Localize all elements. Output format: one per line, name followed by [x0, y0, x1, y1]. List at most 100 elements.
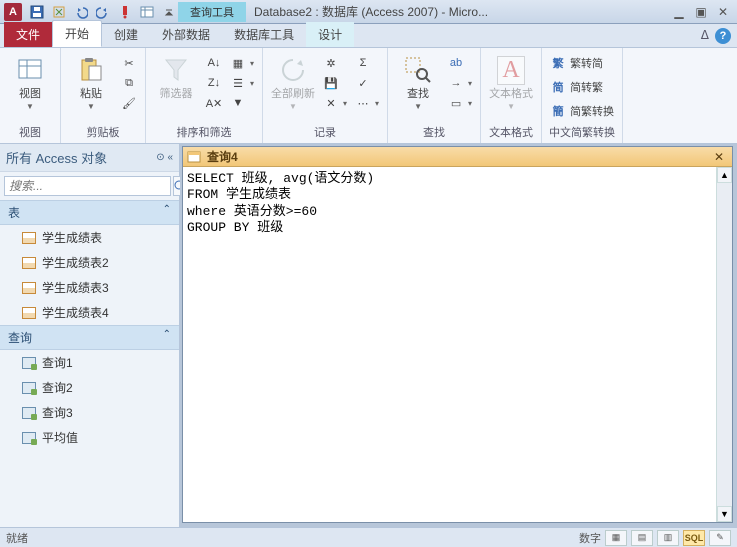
tab-create[interactable]: 创建	[102, 22, 150, 47]
trad-to-simp-button[interactable]: 繁繁转简	[548, 54, 616, 72]
goto-button[interactable]: →▾	[446, 74, 474, 92]
nav-section-tables[interactable]: 表⌃	[0, 200, 179, 225]
group-find-label: 查找	[394, 123, 474, 141]
quick-access-toolbar	[28, 3, 178, 21]
paste-button[interactable]: 粘贴▼	[67, 54, 115, 112]
help-icon[interactable]: ?	[715, 28, 731, 44]
sort-asc-icon: A↓	[206, 55, 222, 71]
nav-query-item[interactable]: 查询3	[0, 400, 179, 425]
minimize-icon[interactable]: ▁	[671, 5, 687, 19]
delete-record-button[interactable]: ✕▾	[321, 94, 349, 112]
sort-desc-button[interactable]: Z↓	[204, 74, 224, 92]
filter-button-label: 筛选器	[160, 88, 193, 100]
nav-query-item[interactable]: 查询1	[0, 350, 179, 375]
replace-icon: ab	[448, 55, 464, 71]
group-chinese-label: 中文简繁转换	[548, 123, 616, 141]
view-pivot-button[interactable]: ▤	[631, 530, 653, 546]
replace-button[interactable]: ab	[446, 54, 474, 72]
group-sort-filter: 筛选器 A↓ Z↓ A✕ ▦▾ ☰▾ ▼ 排序和筛选	[146, 48, 263, 143]
group-records-label: 记录	[269, 123, 381, 141]
toggle-filter-icon: ▼	[230, 95, 246, 111]
tab-home[interactable]: 开始	[52, 20, 102, 47]
compact-repair-icon[interactable]	[50, 3, 68, 21]
toggle-filter-button[interactable]: ▼	[228, 94, 256, 112]
nav-query-item[interactable]: 查询2	[0, 375, 179, 400]
minimize-ribbon-icon[interactable]: ᐃ	[701, 28, 709, 44]
chinese-convert-button[interactable]: 簡简繁转换	[548, 102, 616, 120]
spelling-button[interactable]: ✓	[353, 74, 381, 92]
redo-icon[interactable]	[94, 3, 112, 21]
nav-search-input[interactable]	[4, 176, 171, 196]
section-collapse-icon: ⌃	[163, 329, 171, 346]
copy-button[interactable]: ⧉	[119, 74, 139, 92]
format-painter-icon: 🖌	[121, 95, 137, 111]
group-find: 查找▼ ab →▾ ▭▾ 查找	[388, 48, 481, 143]
view-button-label: 视图	[19, 88, 41, 100]
tab-external-data[interactable]: 外部数据	[150, 22, 222, 47]
contextual-tab-group-label: 查询工具	[178, 2, 246, 22]
nav-query-item[interactable]: 平均值	[0, 425, 179, 450]
window-title: Database2 : 数据库 (Access 2007) - Micro...	[254, 3, 665, 20]
nav-table-item[interactable]: 学生成绩表4	[0, 300, 179, 325]
vertical-scrollbar[interactable]: ▲ ▼	[716, 167, 732, 522]
scroll-down-icon[interactable]: ▼	[717, 506, 732, 522]
restore-icon[interactable]: ▣	[693, 5, 709, 19]
group-clipboard-label: 剪贴板	[67, 123, 139, 141]
save-record-button[interactable]: 💾	[321, 74, 349, 92]
tab-design[interactable]: 设计	[306, 22, 354, 47]
qat-more-icon[interactable]	[160, 3, 178, 21]
save-record-icon: 💾	[323, 75, 339, 91]
nav-search	[0, 172, 179, 200]
group-clipboard: 粘贴▼ ✂ ⧉ 🖌 剪贴板	[61, 48, 146, 143]
sql-editor[interactable]: SELECT 班级, avg(语文分数) FROM 学生成绩表 where 英语…	[183, 167, 716, 522]
undo-icon[interactable]	[72, 3, 90, 21]
cut-button[interactable]: ✂	[119, 54, 139, 72]
advanced-filter-button[interactable]: ☰▾	[228, 74, 256, 92]
group-view: 视图▼ 视图	[0, 48, 61, 143]
run-icon[interactable]	[116, 3, 134, 21]
select-button[interactable]: ▭▾	[446, 94, 474, 112]
view-chart-button[interactable]: ▥	[657, 530, 679, 546]
query-window-close-icon[interactable]: ✕	[710, 150, 728, 164]
close-icon[interactable]: ✕	[715, 5, 731, 19]
clear-sort-button[interactable]: A✕	[204, 94, 224, 112]
scroll-up-icon[interactable]: ▲	[717, 167, 732, 183]
find-button[interactable]: 查找▼	[394, 54, 442, 112]
query-window: 查询4 ✕ SELECT 班级, avg(语文分数) FROM 学生成绩表 wh…	[182, 146, 733, 523]
nav-collapse-icon[interactable]: ⊙ «	[156, 152, 173, 163]
query-window-titlebar[interactable]: 查询4 ✕	[183, 147, 732, 167]
query-window-title: 查询4	[207, 148, 238, 165]
refresh-all-button[interactable]: 全部刷新▼	[269, 54, 317, 112]
window-controls: ▁ ▣ ✕	[671, 5, 731, 19]
group-view-label: 视图	[6, 123, 54, 141]
view-design-button[interactable]: ✎	[709, 530, 731, 546]
view-sql-button[interactable]: SQL	[683, 530, 705, 546]
group-text-format: A 文本格式▼ 文本格式	[481, 48, 542, 143]
nav-table-item[interactable]: 学生成绩表3	[0, 275, 179, 300]
nav-table-item[interactable]: 学生成绩表2	[0, 250, 179, 275]
query-icon	[22, 357, 36, 369]
tab-file[interactable]: 文件	[4, 22, 52, 47]
sort-asc-button[interactable]: A↓	[204, 54, 224, 72]
datasheet-icon[interactable]	[138, 3, 156, 21]
view-button[interactable]: 视图▼	[6, 54, 54, 112]
text-format-button[interactable]: A 文本格式▼	[487, 54, 535, 112]
view-datasheet-button[interactable]: ▦	[605, 530, 627, 546]
nav-table-item[interactable]: 学生成绩表	[0, 225, 179, 250]
clear-sort-icon: A✕	[206, 95, 222, 111]
selection-filter-button[interactable]: ▦▾	[228, 54, 256, 72]
nav-pane-header[interactable]: 所有 Access 对象 ⊙ «	[0, 144, 179, 172]
totals-button[interactable]: Σ	[353, 54, 381, 72]
more-records-button[interactable]: ⋯▾	[353, 94, 381, 112]
table-icon	[22, 282, 36, 294]
sort-desc-icon: Z↓	[206, 75, 222, 91]
new-record-button[interactable]: ✲	[321, 54, 349, 72]
format-painter-button[interactable]: 🖌	[119, 94, 139, 112]
save-icon[interactable]	[28, 3, 46, 21]
tab-database-tools[interactable]: 数据库工具	[222, 22, 306, 47]
more-icon: ⋯	[355, 95, 371, 111]
simp-to-trad-button[interactable]: 简简转繁	[548, 78, 616, 96]
spelling-icon: ✓	[355, 75, 371, 91]
nav-section-queries[interactable]: 查询⌃	[0, 325, 179, 350]
filter-button[interactable]: 筛选器	[152, 54, 200, 100]
